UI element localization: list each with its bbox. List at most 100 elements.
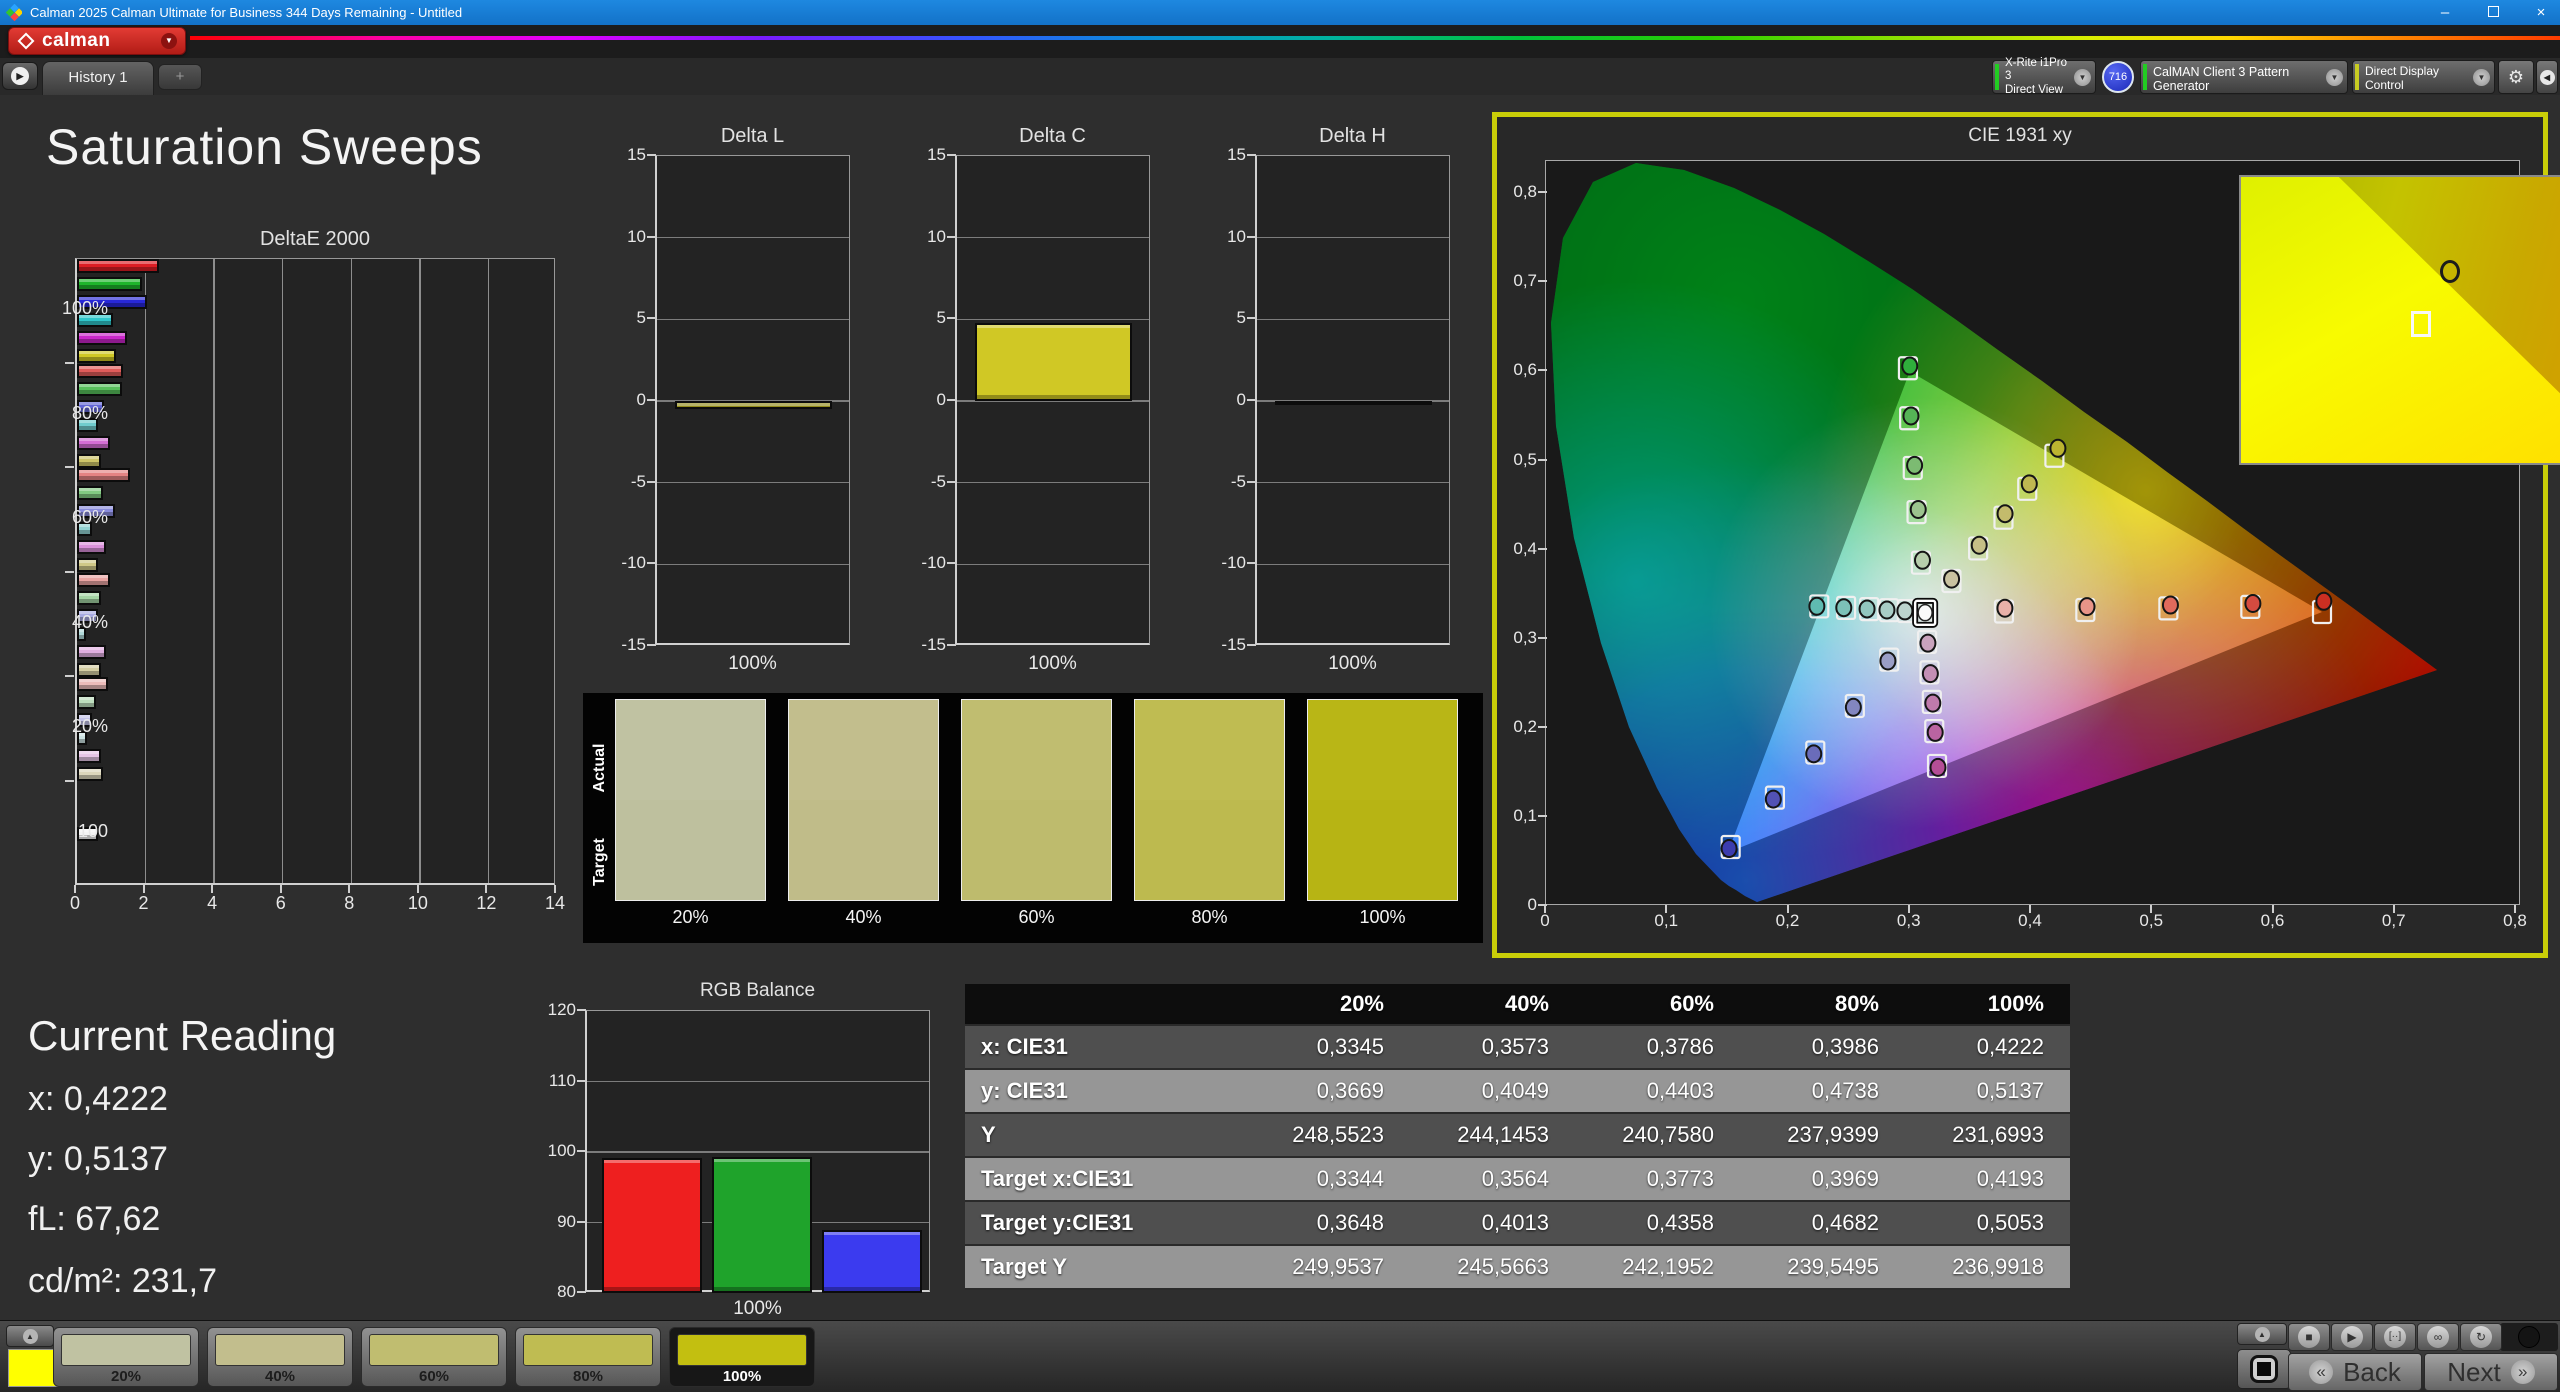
cie-x-tick-label: 0,8 xyxy=(2485,911,2545,931)
table-row-label: y: CIE31 xyxy=(965,1078,1245,1104)
gridline xyxy=(957,482,1149,484)
meter-dropdown[interactable]: X-Rite i1Pro 3 Direct View ▼ xyxy=(1992,60,2096,94)
generator-status-stripe xyxy=(2143,64,2147,90)
table-header-row: 20%40%60%80%100% xyxy=(965,984,2070,1026)
y-tick-label: -10 xyxy=(1210,553,1246,573)
collapse-panel-button[interactable]: ◀ xyxy=(2536,60,2558,94)
status-led-panel xyxy=(2500,1323,2558,1351)
pattern-window-button[interactable] xyxy=(2237,1349,2291,1389)
bracket-dots-button[interactable]: [··] xyxy=(2374,1323,2416,1351)
rgb-balance-title: RGB Balance xyxy=(585,980,930,1002)
table-row: Y248,5523244,1453240,7580237,9399231,699… xyxy=(965,1114,2070,1158)
cie-measured-blue-100 xyxy=(1722,840,1737,857)
infinity-button[interactable]: ∞ xyxy=(2417,1323,2459,1351)
cie-x-tick-mark xyxy=(2393,905,2395,913)
table-cell: 237,9399 xyxy=(1740,1122,1905,1148)
close-button[interactable]: × xyxy=(2530,0,2552,25)
swatch-target xyxy=(962,800,1111,900)
y-tick-mark xyxy=(647,481,656,483)
y-tick-mark xyxy=(577,1221,586,1223)
back-button[interactable]: « Back xyxy=(2288,1353,2422,1391)
table-row-label: Y xyxy=(965,1122,1245,1148)
saturation-group-label: 80% xyxy=(26,403,108,424)
cie-measured-magenta-20 xyxy=(1920,635,1935,652)
stop-icon: ■ xyxy=(2298,1326,2320,1348)
minimize-button[interactable]: – xyxy=(2434,0,2456,25)
y-tick-label: 120 xyxy=(520,1000,576,1020)
expand-pattern-panel-button[interactable]: ▲ xyxy=(6,1325,54,1347)
expand-control-panel-button[interactable]: ▲ xyxy=(2237,1323,2287,1345)
workflow-nav-button[interactable]: ▶ xyxy=(2,62,38,90)
add-tab-button[interactable]: + xyxy=(158,64,202,90)
y-tick-mark xyxy=(647,562,656,564)
y-tick-mark xyxy=(647,317,656,319)
y-tick-mark xyxy=(947,154,956,156)
cie-measured-magenta-80 xyxy=(1928,724,1943,741)
calman-menu-button[interactable]: calman ▼ xyxy=(8,27,186,55)
play-button[interactable]: ▶ xyxy=(2331,1323,2373,1351)
loop-button[interactable]: ↻ xyxy=(2460,1323,2502,1351)
cie-measured-magenta-100 xyxy=(1931,759,1946,776)
gridline xyxy=(1257,237,1449,239)
deltae-bar-20%-yellow xyxy=(77,767,103,781)
x-tick-label: 6 xyxy=(256,893,306,914)
inset-measured-point xyxy=(2440,260,2460,283)
x-tick-label: 2 xyxy=(119,893,169,914)
cie-measured-cyan-20 xyxy=(1897,602,1912,619)
maximize-button[interactable] xyxy=(2482,0,2504,25)
pattern-generator-label: CalMAN Client 3 Pattern Generator xyxy=(2153,65,2326,94)
deltae-bar-80%-yellow xyxy=(77,454,101,468)
meter-reading-badge[interactable]: 716 xyxy=(2102,61,2134,93)
cie-measured-cyan-40 xyxy=(1879,602,1894,619)
table-cell: 0,4682 xyxy=(1740,1210,1905,1236)
tab-history-1[interactable]: History 1 xyxy=(42,61,154,95)
table-cell: 0,3969 xyxy=(1740,1166,1905,1192)
table-row: y: CIE310,36690,40490,44030,47380,5137 xyxy=(965,1070,2070,1114)
saturation-group-label: 40% xyxy=(26,612,108,633)
cie-x-tick-label: 0,3 xyxy=(1879,911,1939,931)
y-tick-label: 80 xyxy=(520,1282,576,1302)
deltae-bar-100%-magenta xyxy=(77,331,127,345)
pattern-generator-dropdown[interactable]: CalMAN Client 3 Pattern Generator ▼ xyxy=(2140,60,2348,94)
pattern-button-20%[interactable]: 20% xyxy=(53,1327,199,1387)
pattern-button-80%[interactable]: 80% xyxy=(515,1327,661,1387)
cie-y-tick-label: 0,6 xyxy=(1503,360,1537,380)
pattern-window-icon xyxy=(2250,1355,2278,1383)
pattern-button-60%[interactable]: 60% xyxy=(361,1327,507,1387)
cie-measured-magenta-60 xyxy=(1925,695,1940,712)
cie-y-tick-label: 0 xyxy=(1503,895,1537,915)
y-tick-label: 0 xyxy=(610,390,646,410)
rgb-balance-plot-area xyxy=(585,1010,930,1292)
meter-name: X-Rite i1Pro 3 xyxy=(2005,57,2067,82)
swatch-60% xyxy=(961,699,1112,901)
cie-x-tick-label: 0,4 xyxy=(2000,911,2060,931)
y-tick-mark xyxy=(65,466,74,468)
gridline xyxy=(488,259,490,883)
cie-x-tick-mark xyxy=(2514,905,2516,913)
pattern-button-100%[interactable]: 100% xyxy=(669,1327,815,1387)
swatch-actual xyxy=(616,700,765,800)
y-tick-mark xyxy=(947,236,956,238)
cie-measured-red-100 xyxy=(2316,593,2331,610)
rgb-bar-green xyxy=(712,1157,812,1293)
gridline xyxy=(1257,564,1449,566)
actual-target-swatches: ActualTarget20%40%60%80%100% xyxy=(583,693,1483,943)
chevron-up-icon: ▲ xyxy=(2255,1327,2270,1342)
next-button[interactable]: Next » xyxy=(2424,1353,2558,1391)
deltae-bar-40%-yellow xyxy=(77,663,101,677)
table-cell: 0,3786 xyxy=(1575,1034,1740,1060)
cie-y-tick-label: 0,4 xyxy=(1503,539,1537,559)
stop-button[interactable]: ■ xyxy=(2288,1323,2330,1351)
display-control-dropdown[interactable]: Direct Display Control ▼ xyxy=(2352,60,2495,94)
y-tick-label: -5 xyxy=(610,472,646,492)
cie-y-tick-mark xyxy=(1538,369,1547,371)
delta-l-title: Delta L xyxy=(655,125,850,148)
table-cell: 0,3344 xyxy=(1245,1166,1410,1192)
x-tick-mark xyxy=(348,885,350,893)
table-cell: 0,3669 xyxy=(1245,1078,1410,1104)
pattern-button-40%[interactable]: 40% xyxy=(207,1327,353,1387)
status-led xyxy=(2518,1326,2540,1348)
y-tick-mark xyxy=(947,317,956,319)
settings-button[interactable]: ⚙ xyxy=(2498,60,2534,94)
gridline xyxy=(1257,482,1449,484)
